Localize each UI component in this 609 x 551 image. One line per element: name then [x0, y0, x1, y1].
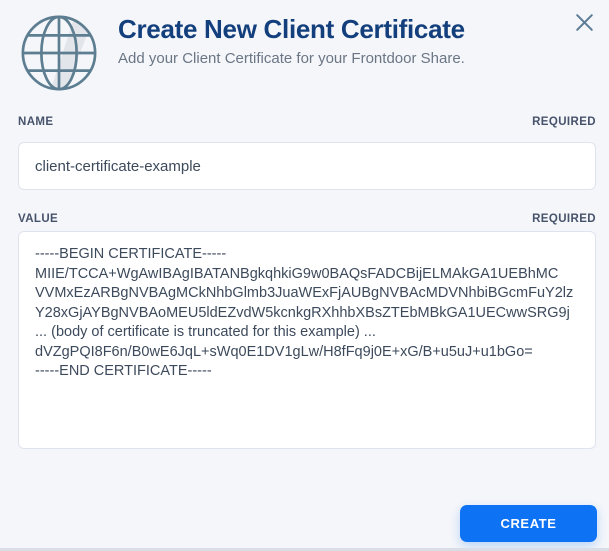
create-client-certificate-dialog: Create New Client Certificate Add your C…	[0, 0, 609, 551]
dialog-title: Create New Client Certificate	[118, 14, 465, 44]
name-input[interactable]	[18, 142, 596, 190]
name-label: NAME	[18, 116, 54, 128]
value-label-row: VALUE REQUIRED	[18, 213, 596, 225]
name-label-row: NAME REQUIRED	[18, 116, 596, 128]
dialog-subtitle: Add your Client Certificate for your Fro…	[118, 50, 465, 67]
close-x-icon	[575, 13, 593, 31]
create-button[interactable]: CREATE	[460, 505, 597, 542]
name-required-badge: REQUIRED	[532, 116, 596, 128]
value-label: VALUE	[18, 213, 59, 225]
close-button[interactable]	[569, 7, 599, 37]
value-required-badge: REQUIRED	[532, 213, 596, 225]
certificate-value-textarea[interactable]: -----BEGIN CERTIFICATE----- MIIE/TCCA+Wg…	[18, 231, 596, 449]
globe-icon	[21, 15, 97, 91]
